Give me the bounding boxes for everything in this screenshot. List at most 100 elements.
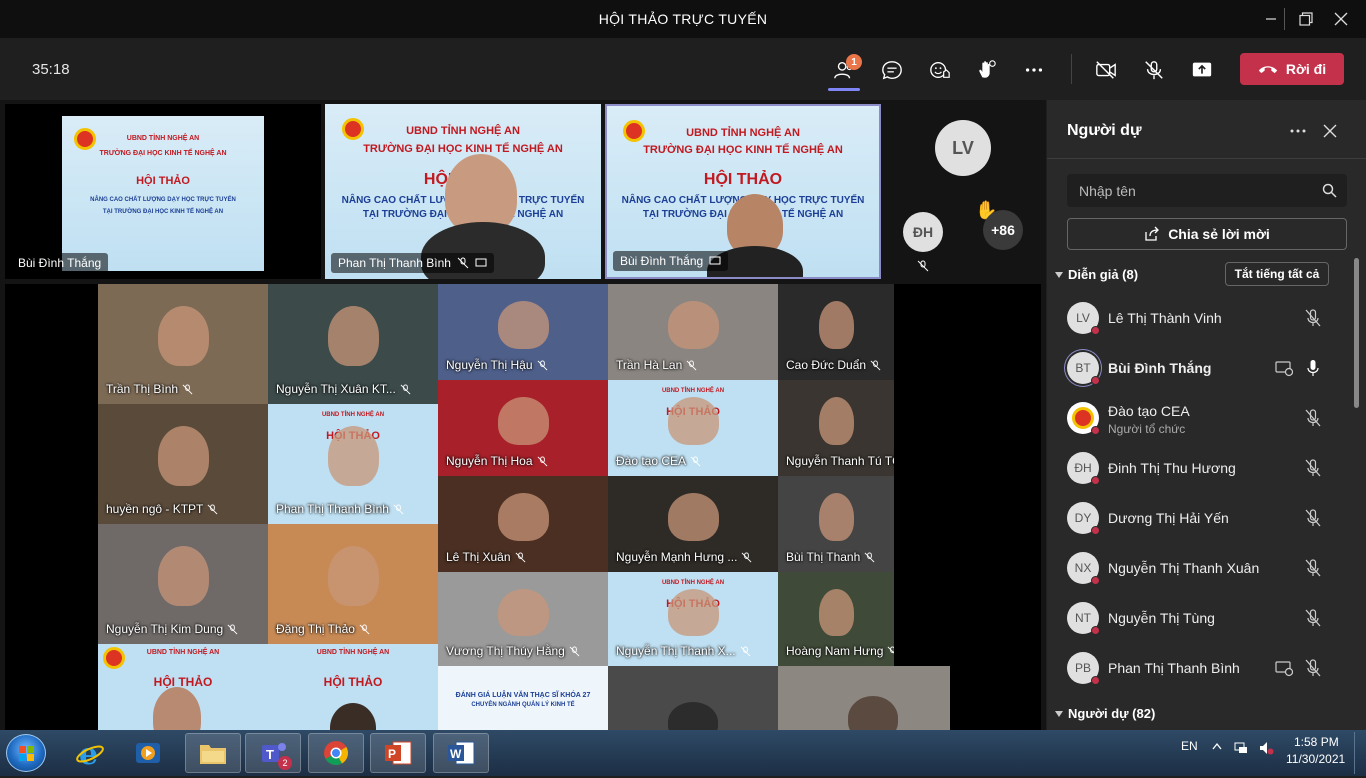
taskbar-teams[interactable]: T 2 (245, 733, 301, 773)
svg-text:P: P (388, 747, 396, 761)
video-tile[interactable]: Vương Thị Thúy Hằng (438, 572, 608, 666)
screen-share-icon (1275, 661, 1293, 677)
participant-name: Đào tạo CEA (616, 454, 687, 468)
video-tile[interactable] (608, 666, 778, 730)
slide-line: CHUYÊN NGÀNH QUẢN LÝ KINH TẾ (471, 702, 575, 708)
mute-all-button[interactable]: Tắt tiếng tất cả (1225, 262, 1329, 286)
participant-role: Người tổ chức (1108, 422, 1186, 436)
clock-date[interactable]: 11/30/2021 (1286, 752, 1345, 766)
participant-name: Đào tạo CEA (1108, 403, 1190, 419)
video-tile[interactable]: Nguyễn Thị Hậu (438, 284, 608, 380)
video-tile-active-speaker[interactable]: UBND TỈNH NGHỆ AN TRƯỜNG ĐẠI HỌC KINH TẾ… (605, 104, 881, 279)
video-tile[interactable]: Lê Thị Xuân (438, 476, 608, 572)
video-tile[interactable]: UBND TỈNH NGHỆ AN HỘI THẢO (268, 643, 438, 730)
video-tile[interactable]: UBND TỈNH NGHỆ AN HỘI THẢO (98, 643, 268, 730)
start-button[interactable] (6, 734, 46, 772)
phone-hangup-icon (1258, 66, 1278, 74)
mic-off-icon (457, 257, 469, 269)
camera-toggle-button[interactable] (1088, 52, 1124, 88)
panel-close-button[interactable] (1321, 122, 1339, 140)
participant-row[interactable]: Đào tạo CEA Người tổ chức (1047, 393, 1347, 443)
status-dot (1091, 526, 1100, 535)
taskbar-explorer[interactable] (185, 733, 241, 773)
participants-button[interactable]: 1 (826, 52, 862, 91)
volume-muted-icon[interactable] (1258, 740, 1274, 756)
leave-button[interactable]: Rời đi (1240, 53, 1344, 85)
video-tile[interactable]: ĐÁNH GIÁ LUẬN VĂN THẠC SĨ KHÓA 27 CHUYÊN… (438, 666, 608, 730)
participant-row[interactable]: DY Dương Thị Hải Yến (1047, 493, 1347, 543)
taskbar-media-player[interactable] (120, 733, 176, 773)
leave-label: Rời đi (1285, 61, 1327, 77)
video-tile-speaker[interactable]: UBND TỈNH NGHỆ AN TRƯỜNG ĐẠI HỌC KINH TẾ… (325, 104, 601, 279)
participant-nametag: Nguyễn Mạnh Hưng ... (616, 550, 752, 564)
slide-line: UBND TỈNH NGHỆ AN (661, 388, 725, 394)
shared-slide: UBND TỈNH NGHỆ AN TRƯỜNG ĐẠI HỌC KINH TẾ… (62, 116, 264, 271)
taskbar-chrome[interactable] (308, 733, 364, 773)
video-tile[interactable]: huyền ngô - KTPT (98, 404, 268, 524)
panel-more-button[interactable] (1287, 121, 1309, 141)
participant-row[interactable]: PB Phan Thị Thanh Bình (1047, 643, 1347, 693)
clock-time[interactable]: 1:58 PM (1294, 735, 1339, 749)
chat-button[interactable] (874, 52, 910, 88)
participant-row[interactable]: ĐH Đinh Thị Thu Hương (1047, 443, 1347, 493)
participants-panel: Người dự Chia sẻ lời mời Diễn giả (8) Tắ… (1047, 100, 1366, 730)
participant-row[interactable]: LV Lê Thị Thành Vinh (1047, 293, 1347, 343)
video-tile[interactable]: UBND TỈNH NGHỆ ANHỘI THẢOĐào tạo CEA (608, 380, 778, 476)
video-tile[interactable]: UBND TỈNH NGHỆ ANHỘI THẢOPhan Thị Thanh … (268, 404, 438, 524)
participant-video (158, 546, 209, 606)
search-input[interactable] (1067, 174, 1297, 207)
avatar-lv[interactable]: LV (935, 120, 991, 176)
close-window-button[interactable] (1318, 0, 1364, 38)
slide-line: UBND TỈNH NGHỆ AN (316, 649, 390, 656)
more-actions-button[interactable] (1016, 52, 1052, 88)
participant-video (328, 426, 379, 486)
video-tile[interactable]: Bùi Thị Thanh (778, 476, 894, 572)
mic-toggle-button[interactable] (1136, 52, 1172, 88)
participant-video (848, 696, 898, 730)
video-tile[interactable]: Đặng Thị Thảo (268, 524, 438, 644)
participant-row[interactable]: BT Bùi Đình Thắng (1047, 343, 1347, 393)
attendees-section-toggle[interactable]: Người dự (82) (1055, 706, 1155, 721)
network-icon[interactable] (1233, 740, 1249, 756)
video-tile[interactable]: Nguyễn Mạnh Hưng ... (608, 476, 778, 572)
video-tile[interactable] (778, 666, 950, 730)
participant-row[interactable]: NX Nguyễn Thị Thanh Xuân (1047, 543, 1347, 593)
overflow-participants-button[interactable]: +86 (983, 210, 1023, 250)
panel-scrollbar[interactable] (1354, 258, 1359, 408)
participant-video (819, 493, 854, 541)
video-tile[interactable]: Hoàng Nam Hưng (778, 572, 894, 666)
share-content-button[interactable] (1184, 52, 1220, 88)
video-tile[interactable]: Cao Đức Duẩn (778, 284, 894, 380)
video-tile[interactable]: Nguyễn Thanh Tú TC... (778, 380, 894, 476)
slide-line: UBND TỈNH NGHỆ AN (321, 412, 385, 418)
video-tile[interactable]: Trần Hà Lan (608, 284, 778, 380)
participant-nametag: Nguyễn Thị Xuân KT... (276, 382, 411, 396)
video-tile-screen-share[interactable]: UBND TỈNH NGHỆ AN TRƯỜNG ĐẠI HỌC KINH TẾ… (5, 104, 321, 279)
share-invite-button[interactable]: Chia sẻ lời mời (1067, 218, 1347, 250)
video-tile[interactable]: Nguyễn Thị Xuân KT... (268, 284, 438, 404)
mic-off-icon (182, 383, 193, 394)
video-tile[interactable]: Nguyễn Thị Kim Dung (98, 524, 268, 644)
video-tile[interactable]: Trần Thị Bình (98, 284, 268, 404)
participant-name: Bùi Đình Thắng (18, 256, 102, 270)
avatar-dh[interactable]: ĐH (903, 212, 943, 252)
taskbar-powerpoint[interactable]: P (370, 733, 426, 773)
video-tile[interactable]: Nguyễn Thị Hoa (438, 380, 608, 476)
raise-hand-button[interactable] (968, 52, 1004, 88)
participant-name: Nguyễn Thanh Tú TC... (786, 454, 894, 468)
show-hidden-icons-icon[interactable] (1212, 742, 1222, 750)
participant-name: huyền ngô - KTPT (106, 502, 204, 516)
language-indicator[interactable]: EN (1181, 739, 1198, 753)
taskbar-word[interactable]: W (433, 733, 489, 773)
taskbar-ie[interactable]: e (62, 733, 118, 773)
participant-search[interactable] (1067, 174, 1347, 207)
video-stage: UBND TỈNH NGHỆ AN TRƯỜNG ĐẠI HỌC KINH TẾ… (0, 100, 1046, 730)
mic-off-icon (393, 503, 404, 514)
presenters-section-toggle[interactable]: Diễn giả (8) (1055, 267, 1138, 282)
internet-explorer-icon: e (76, 738, 104, 768)
participant-row[interactable]: NT Nguyễn Thị Tùng (1047, 593, 1347, 643)
hand-icon (979, 60, 996, 78)
video-tile[interactable]: UBND TỈNH NGHỆ ANHỘI THẢONguyễn Thị Than… (608, 572, 778, 666)
reactions-button[interactable] (922, 52, 958, 88)
show-desktop-button[interactable] (1354, 732, 1366, 774)
